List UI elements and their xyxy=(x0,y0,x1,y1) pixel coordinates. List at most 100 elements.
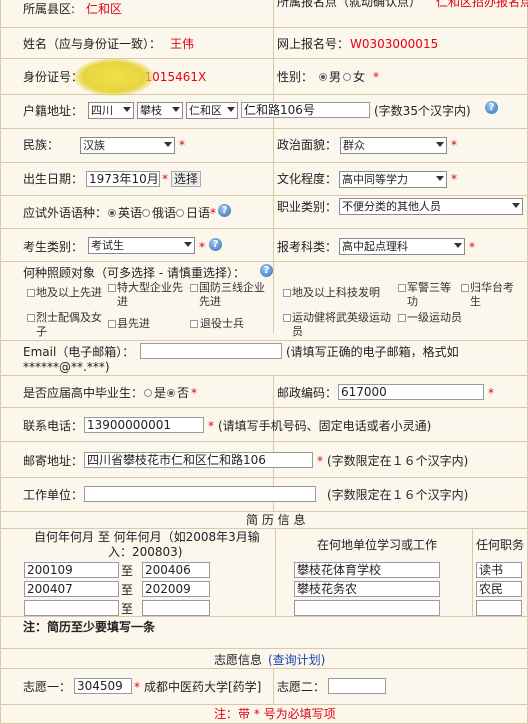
help-icon[interactable]: ? xyxy=(209,238,222,251)
zip-required: * xyxy=(488,386,494,400)
subject-label: 报考科类： xyxy=(277,240,338,254)
hukou-label: 户籍地址： xyxy=(23,104,84,118)
wish-title: 志愿信息 xyxy=(214,653,263,667)
resume-to-input[interactable]: 200406 xyxy=(142,562,210,578)
mail-input[interactable]: 四川省攀枝花市仁和区仁和路106 xyxy=(84,452,313,468)
job-label: 职业类别： xyxy=(277,200,338,214)
gender-male-radio[interactable] xyxy=(319,73,327,81)
zip-label: 邮政编码： xyxy=(277,386,338,400)
resume-col-divider xyxy=(472,528,473,616)
regno-value: W0303000015 xyxy=(350,37,439,51)
care-checkbox[interactable] xyxy=(27,314,35,322)
care-checkbox[interactable] xyxy=(398,284,406,292)
column-divider xyxy=(273,668,274,704)
political-label: 政治面貌： xyxy=(277,138,338,152)
help-icon[interactable]: ? xyxy=(485,101,498,114)
lang-japanese-radio[interactable] xyxy=(176,209,184,217)
wish1-name: 成都中医药大学[药学] xyxy=(144,680,262,694)
subject-select[interactable]: 高中起点理科 xyxy=(339,238,465,255)
lang-russian-radio[interactable] xyxy=(142,209,150,217)
resume-from-input[interactable]: 200407 xyxy=(24,581,119,597)
wish-plan-link[interactable]: (查询计划) xyxy=(268,653,325,667)
care-option: 归华台考生 xyxy=(470,281,514,308)
care-checkbox[interactable] xyxy=(190,320,198,328)
edu-required: * xyxy=(451,172,457,186)
care-label: 何种照顾对象（可多选择 - 请慎重选择）： xyxy=(23,266,245,280)
mail-label: 邮寄地址： xyxy=(23,454,84,468)
political-required: * xyxy=(451,138,457,152)
help-icon[interactable]: ? xyxy=(260,264,273,277)
job-select[interactable]: 不便分类的其他人员 xyxy=(339,198,523,215)
grad-yes-radio[interactable] xyxy=(144,389,152,397)
care-checkbox[interactable] xyxy=(283,314,291,322)
mail-required: * xyxy=(317,454,323,468)
phone-required: * xyxy=(208,419,214,433)
birth-label: 出生日期： xyxy=(23,172,84,186)
hukou-city-select[interactable]: 攀枝 xyxy=(137,102,183,119)
hukou-street-input[interactable]: 仁和路106号 xyxy=(241,102,370,118)
gender-female-radio[interactable] xyxy=(343,73,351,81)
hukou-province-value: 四川 xyxy=(91,104,113,117)
email-input[interactable] xyxy=(140,343,282,359)
name-value: 王伟 xyxy=(170,37,195,51)
help-icon[interactable]: ? xyxy=(218,204,231,217)
resume-from-input[interactable] xyxy=(24,600,119,616)
care-options: 地及以上先进 特大型企业先进 国防三线企业先进 地及以上科技发明 军警三等功 归… xyxy=(0,281,528,339)
wish1-label: 志愿一： xyxy=(23,680,72,694)
care-checkbox[interactable] xyxy=(461,284,469,292)
ethnic-select[interactable]: 汉族 xyxy=(80,137,175,154)
resume-to-text: 至 xyxy=(121,583,134,597)
care-checkbox[interactable] xyxy=(27,289,35,297)
political-value: 群众 xyxy=(343,139,365,152)
zip-input[interactable]: 617000 xyxy=(338,384,484,400)
edu-label: 文化程度： xyxy=(277,172,338,186)
gender-female-label: 女 xyxy=(353,70,366,84)
resume-to-input[interactable]: 202009 xyxy=(142,581,210,597)
required-note: 注：带 * 号为必填写项 xyxy=(214,707,336,721)
care-checkbox[interactable] xyxy=(108,320,116,328)
resume-from-input[interactable]: 200109 xyxy=(24,562,119,578)
wish2-code-input[interactable] xyxy=(328,678,386,694)
hukou-county-select[interactable]: 仁和区 xyxy=(186,102,238,119)
subject-value: 高中起点理科 xyxy=(342,240,408,253)
cat-required: * xyxy=(199,240,205,254)
ethnic-label: 民族： xyxy=(23,138,60,152)
edu-value: 高中同等学力 xyxy=(342,173,408,186)
work-input[interactable] xyxy=(84,486,316,502)
job-value: 不便分类的其他人员 xyxy=(342,200,441,213)
ethnic-required: * xyxy=(179,138,185,152)
resume-role-input[interactable]: 读书 xyxy=(476,562,522,578)
work-label: 工作单位： xyxy=(23,488,84,502)
birth-picker-button[interactable]: 选择 xyxy=(171,171,201,187)
resume-to-input[interactable] xyxy=(142,600,210,616)
birth-input[interactable]: 1973年10月1 xyxy=(86,171,160,187)
care-option: 军警三等功 xyxy=(407,281,451,308)
resume-place-input[interactable] xyxy=(294,600,440,616)
phone-input[interactable]: 13900000001 xyxy=(84,417,204,433)
resume-role-input[interactable] xyxy=(476,600,522,616)
resume-col-role: 任何职务 xyxy=(476,538,525,552)
resume-col-divider xyxy=(275,528,276,616)
care-checkbox[interactable] xyxy=(283,289,291,297)
gender-required: * xyxy=(373,70,379,84)
gender-label: 性别： xyxy=(277,70,314,84)
political-select[interactable]: 群众 xyxy=(340,137,447,154)
email-label: Email（电子邮箱）： xyxy=(23,345,135,359)
care-checkbox[interactable] xyxy=(108,284,116,292)
cat-select[interactable]: 考试生 xyxy=(88,237,195,254)
hukou-province-select[interactable]: 四川 xyxy=(88,102,134,119)
care-checkbox[interactable] xyxy=(190,284,198,292)
edu-select[interactable]: 高中同等学力 xyxy=(339,171,447,188)
care-option: 退役士兵 xyxy=(200,317,244,330)
wish1-code-input[interactable]: 304509 xyxy=(74,678,132,694)
resume-role-input[interactable]: 农民 xyxy=(476,581,522,597)
resume-col-dates-line1: 自何年何月 至 何年何月（如2008年3月输 xyxy=(34,530,260,544)
privacy-blur xyxy=(74,58,154,96)
name-label: 姓名（应与身份证一致）： xyxy=(23,37,162,51)
care-checkbox[interactable] xyxy=(398,314,406,322)
resume-col-dates-line2: 入：200803) xyxy=(108,545,183,559)
grad-no-radio[interactable] xyxy=(167,389,175,397)
resume-place-input[interactable]: 攀枝花体育学校 xyxy=(294,562,440,578)
resume-place-input[interactable]: 攀枝花务农 xyxy=(294,581,440,597)
lang-english-radio[interactable] xyxy=(108,209,116,217)
